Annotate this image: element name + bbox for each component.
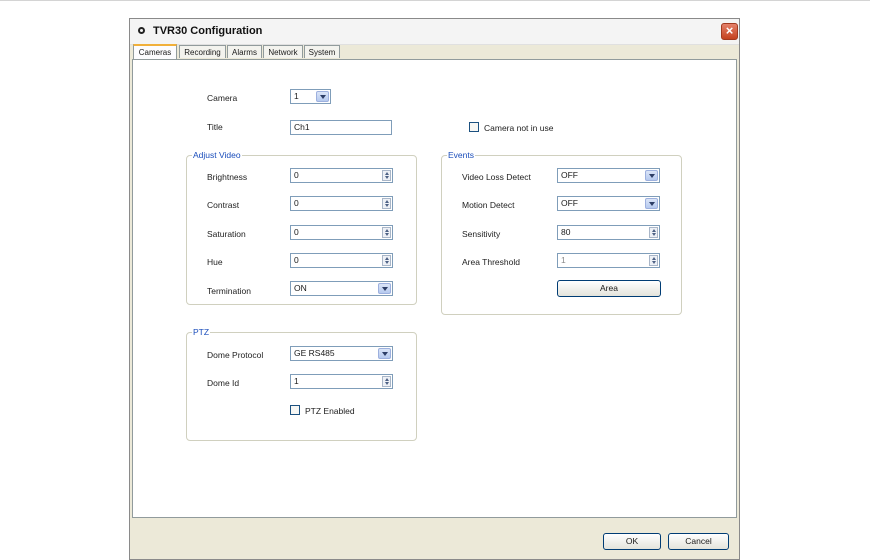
- video-loss-select[interactable]: OFF: [557, 168, 660, 183]
- spin-arrows-icon[interactable]: [382, 170, 391, 181]
- title-input[interactable]: Ch1: [290, 120, 392, 135]
- adjust-video-group: Adjust Video Brightness 0 Contrast 0 Sat…: [186, 150, 417, 305]
- app-icon: [138, 27, 145, 34]
- chevron-down-icon[interactable]: [378, 348, 391, 359]
- hue-stepper[interactable]: 0: [290, 253, 393, 268]
- tab-recording[interactable]: Recording: [179, 45, 226, 58]
- camera-select-value: 1: [294, 91, 299, 101]
- hue-label: Hue: [207, 257, 223, 267]
- sensitivity-stepper[interactable]: 80: [557, 225, 660, 240]
- camera-select[interactable]: 1: [290, 89, 331, 104]
- saturation-label: Saturation: [207, 229, 246, 239]
- spin-arrows-icon[interactable]: [382, 227, 391, 238]
- spin-arrows-icon[interactable]: [382, 376, 391, 387]
- spin-arrows-icon[interactable]: [649, 227, 658, 238]
- chevron-down-icon[interactable]: [645, 170, 658, 181]
- sensitivity-label: Sensitivity: [462, 229, 501, 239]
- termination-value: ON: [294, 283, 307, 293]
- contrast-label: Contrast: [207, 200, 240, 210]
- chevron-down-icon[interactable]: [645, 198, 658, 209]
- motion-detect-label: Motion Detect: [462, 200, 515, 210]
- events-title: Events: [447, 150, 475, 160]
- tab-alarms[interactable]: Alarms: [227, 45, 262, 58]
- termination-label: Termination: [207, 286, 251, 296]
- spin-arrows-icon[interactable]: [382, 198, 391, 209]
- saturation-stepper[interactable]: 0: [290, 225, 393, 240]
- area-threshold-label: Area Threshold: [462, 257, 520, 267]
- configuration-window: TVR30 Configuration × Cameras Recording …: [129, 18, 740, 560]
- motion-detect-select[interactable]: OFF: [557, 196, 660, 211]
- cameras-panel: Camera 1 Title Ch1 Camera not in use Adj…: [132, 59, 737, 518]
- title-label: Title: [207, 122, 223, 132]
- dome-id-stepper[interactable]: 1: [290, 374, 393, 389]
- chevron-down-icon[interactable]: [316, 91, 329, 102]
- brightness-value: 0: [294, 170, 299, 180]
- ptz-enabled-label: PTZ Enabled: [305, 406, 355, 416]
- camera-not-in-use-label: Camera not in use: [484, 123, 554, 133]
- ptz-enabled-checkbox[interactable]: [290, 405, 300, 415]
- dome-id-label: Dome Id: [207, 378, 240, 388]
- tab-system[interactable]: System: [304, 45, 340, 58]
- adjust-video-title: Adjust Video: [192, 150, 242, 160]
- close-icon: ×: [725, 23, 734, 38]
- contrast-stepper[interactable]: 0: [290, 196, 393, 211]
- dome-protocol-value: GE RS485: [294, 348, 335, 358]
- tab-cameras[interactable]: Cameras: [133, 44, 177, 59]
- ptz-title: PTZ: [192, 327, 211, 337]
- brightness-label: Brightness: [207, 172, 248, 182]
- tab-network[interactable]: Network: [263, 45, 303, 58]
- video-loss-value: OFF: [561, 170, 578, 180]
- area-threshold-stepper[interactable]: 1: [557, 253, 660, 268]
- page-top-rule: [0, 0, 870, 1]
- hue-value: 0: [294, 255, 299, 265]
- ptz-group: PTZ Dome Protocol GE RS485 Dome Id 1 PTZ…: [186, 327, 417, 441]
- cancel-button[interactable]: Cancel: [668, 533, 729, 550]
- sensitivity-value: 80: [561, 227, 571, 237]
- title-bar[interactable]: TVR30 Configuration ×: [130, 19, 739, 45]
- area-button[interactable]: Area: [557, 280, 661, 297]
- ok-button[interactable]: OK: [603, 533, 661, 550]
- spin-arrows-icon[interactable]: [382, 255, 391, 266]
- video-loss-label: Video Loss Detect: [462, 172, 531, 182]
- contrast-value: 0: [294, 198, 299, 208]
- camera-not-in-use-checkbox[interactable]: [469, 122, 479, 132]
- termination-select[interactable]: ON: [290, 281, 393, 296]
- dome-protocol-select[interactable]: GE RS485: [290, 346, 393, 361]
- close-button[interactable]: ×: [721, 23, 738, 40]
- window-title: TVR30 Configuration: [153, 25, 263, 37]
- area-threshold-value: 1: [561, 255, 566, 265]
- spin-arrows-icon[interactable]: [649, 255, 658, 266]
- events-group: Events Video Loss Detect OFF Motion Dete…: [441, 150, 682, 315]
- dome-protocol-label: Dome Protocol: [207, 350, 264, 360]
- title-input-value: Ch1: [294, 122, 310, 132]
- dome-id-value: 1: [294, 376, 299, 386]
- brightness-stepper[interactable]: 0: [290, 168, 393, 183]
- chevron-down-icon[interactable]: [378, 283, 391, 294]
- saturation-value: 0: [294, 227, 299, 237]
- camera-label: Camera: [207, 93, 238, 103]
- motion-detect-value: OFF: [561, 198, 578, 208]
